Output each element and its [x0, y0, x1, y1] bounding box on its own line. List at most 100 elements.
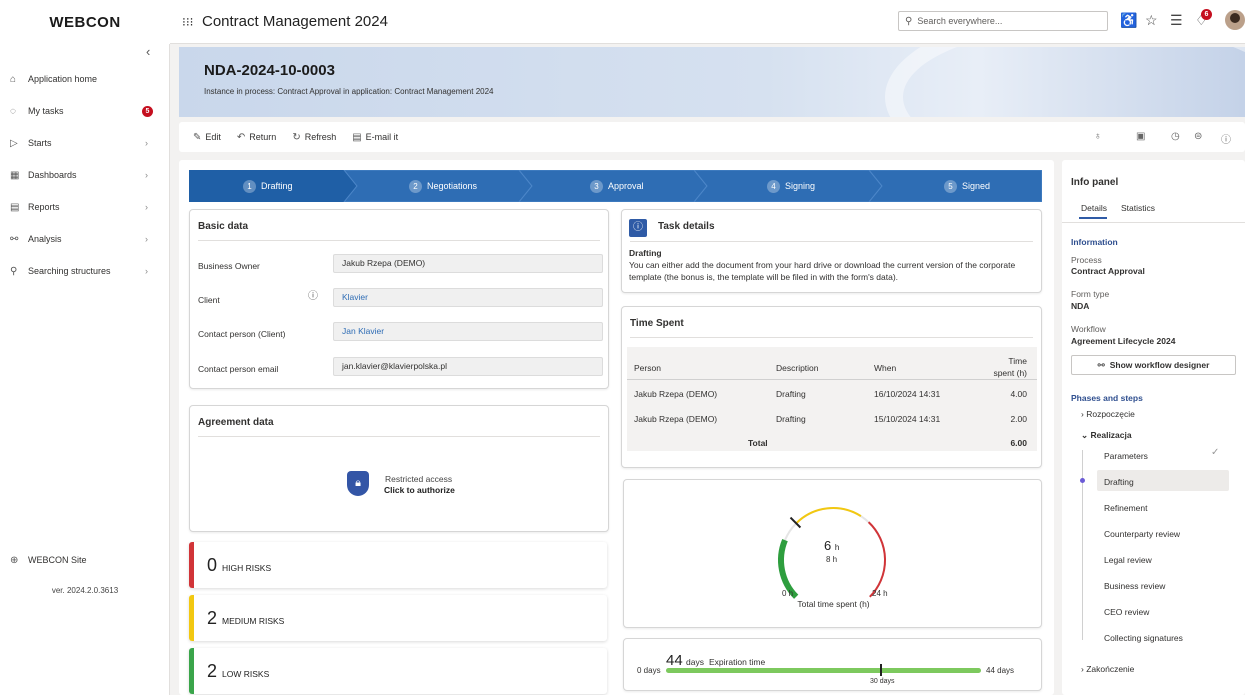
info-panel-title: Info panel — [1071, 177, 1119, 188]
contact-email-field[interactable]: jan.klavier@klavierpolska.pl — [333, 357, 603, 376]
high-risk-bar — [189, 542, 194, 588]
step-business-review[interactable]: Business review — [1104, 581, 1165, 591]
medium-risks-tile[interactable]: 2 Medium risks — [189, 595, 607, 641]
divider — [198, 436, 600, 437]
sidebar-item-label: Reports — [28, 202, 60, 212]
return-button[interactable]: ↶ Return — [237, 132, 276, 143]
column-header-person: Person — [634, 363, 661, 373]
webcon-site-link[interactable]: ⊕ WEBCON Site — [10, 550, 160, 570]
time-spent-card: Time Spent Person Description When Time … — [621, 306, 1042, 468]
time-spent-table — [627, 347, 1037, 451]
refresh-button[interactable]: ↻ Refresh — [292, 132, 336, 143]
medium-risk-bar — [189, 595, 194, 641]
globe-icon: ⊕ — [10, 554, 19, 566]
sidebar-item-label: Searching structures — [28, 266, 111, 276]
history-icon[interactable]: ◷ — [1171, 131, 1180, 142]
step-negotiations[interactable]: 2 Negotiations — [409, 170, 477, 202]
high-risk-label: High risks — [222, 562, 272, 573]
search-input[interactable]: ⚲ Search everywhere... — [898, 11, 1108, 31]
document-icon: ▤ — [352, 131, 362, 143]
step-ceo-review[interactable]: CEO review — [1104, 607, 1149, 617]
time-gauge-card: 6 h 8 h 0 h 24 h Total time spent (h) — [623, 479, 1042, 628]
return-icon: ↶ — [236, 131, 246, 143]
document-banner: NDA-2024-10-0003 Instance in process: Co… — [179, 47, 1245, 117]
business-owner-field[interactable]: Jakub Rzepa (DEMO) — [333, 254, 603, 273]
sidebar-item-application-home[interactable]: ⌂ Application home — [10, 69, 160, 89]
client-field[interactable]: Klavier — [333, 288, 603, 307]
workflow-value: Agreement Lifecycle 2024 — [1071, 336, 1176, 346]
task-step-name: Drafting — [629, 248, 662, 258]
word-icon[interactable]: ▣ — [1136, 131, 1145, 142]
lock-icon[interactable]: 🔒︎ — [347, 471, 369, 496]
phase-rozpoczecie[interactable]: › Rozpoczęcie — [1081, 409, 1135, 419]
authorize-link[interactable]: Click to authorize — [384, 485, 455, 495]
home-icon: ⌂ — [10, 73, 17, 85]
step-counterparty-review[interactable]: Counterparty review — [1104, 529, 1180, 539]
app-title[interactable]: Contract Management 2024 — [202, 13, 388, 30]
accessibility-icon[interactable]: ♿ — [1120, 12, 1137, 29]
chevron-right-icon: › — [145, 170, 148, 180]
share-icon[interactable]: ⊜ — [1194, 131, 1202, 142]
webcon-logo[interactable]: WEBCON — [0, 0, 170, 44]
edit-icon: ✎ — [193, 131, 202, 143]
sidebar-item-dashboards[interactable]: ▦ Dashboards › — [10, 165, 160, 185]
play-icon: ▷ — [10, 137, 18, 149]
sidebar-item-label: Starts — [28, 138, 52, 148]
gauge-target: 8 h — [826, 555, 838, 564]
column-header-description: Description — [776, 363, 819, 373]
medium-risk-label: Medium risks — [222, 615, 285, 626]
show-workflow-designer-button[interactable]: ⚯ Show workflow designer — [1071, 355, 1236, 375]
chevron-right-icon: › — [145, 266, 148, 276]
column-header-when: When — [874, 363, 897, 373]
info-icon[interactable]: ⓘ — [308, 287, 318, 302]
user-avatar[interactable] — [1225, 10, 1245, 30]
info-icon[interactable]: ⓘ — [1221, 131, 1231, 146]
step-collecting-signatures[interactable]: Collecting signatures — [1104, 633, 1183, 643]
divider — [198, 240, 600, 241]
active-tab-indicator — [1079, 217, 1107, 219]
sidebar-item-reports[interactable]: ▤ Reports › — [10, 197, 160, 217]
sidebar-item-my-tasks[interactable]: ◌ My tasks 5 — [10, 101, 160, 121]
phase-label: Rozpoczęcie — [1086, 409, 1135, 419]
step-label: Signing — [785, 181, 816, 191]
email-button[interactable]: ▤ E-mail it — [352, 132, 398, 143]
tab-details[interactable]: Details — [1081, 203, 1107, 213]
step-drafting[interactable]: Drafting — [1104, 477, 1134, 487]
step-refinement[interactable]: Refinement — [1104, 503, 1147, 513]
phase-realizacja[interactable]: ⌄ Realizacja — [1081, 430, 1132, 441]
step-number: 2 — [409, 179, 422, 193]
sidebar: ‹ ⌂ Application home ◌ My tasks 5 ▷ Star… — [0, 44, 170, 695]
step-legal-review[interactable]: Legal review — [1104, 555, 1152, 565]
step-signing[interactable]: 4 Signing — [767, 170, 815, 202]
favorites-star-icon[interactable]: ☆ — [1145, 12, 1158, 29]
phases-heading: Phases and steps — [1071, 393, 1143, 403]
contact-person-field[interactable]: Jan Klavier — [333, 322, 603, 341]
high-risks-tile[interactable]: 0 High risks — [189, 542, 607, 588]
column-header-time-unit: spent (h) — [993, 368, 1027, 378]
row-2-person: Jakub Rzepa (DEMO) — [634, 414, 718, 424]
collapse-chevron-icon[interactable]: ‹ — [146, 44, 150, 59]
step-approval[interactable]: 3 Approval — [590, 170, 644, 202]
main-form-panel: 1 Drafting 2 Negotiations 3 Approval 4 Signi… — [179, 160, 1054, 695]
contact-email-label: Contact person email — [198, 364, 279, 374]
step-drafting[interactable]: 1 Drafting — [243, 170, 293, 202]
phase-zakonczenie[interactable]: › Zakończenie — [1081, 664, 1134, 674]
row-1-time: 4.00 — [1010, 389, 1027, 399]
step-parameters[interactable]: Parameters — [1104, 451, 1148, 461]
tab-statistics[interactable]: Statistics — [1121, 203, 1155, 213]
edit-button[interactable]: ✎ Edit — [193, 132, 221, 143]
sidebar-item-analysis[interactable]: ⚯ Analysis › — [10, 229, 160, 249]
row-1-when: 16/10/2024 14:31 — [874, 389, 941, 399]
workflow-icon: ⚯ — [1097, 359, 1105, 370]
sidebar-item-searching-structures[interactable]: ⚲ Searching structures › — [10, 261, 160, 281]
app-launcher-icon[interactable]: ⁝⁝⁝ — [182, 15, 194, 29]
gauge-label: Total time spent (h) — [797, 599, 870, 609]
expiration-marker-label: 30 days — [870, 678, 895, 685]
step-signed[interactable]: 5 Signed — [944, 170, 990, 202]
task-details-card: ⓘ Task details Drafting You can either a… — [621, 209, 1042, 293]
lightbulb-icon[interactable]: ♁ — [1094, 131, 1102, 142]
low-risks-tile[interactable]: 2 Low risks — [189, 648, 607, 694]
workflow-label: Workflow — [1071, 324, 1106, 334]
menu-icon[interactable]: ☰ — [1170, 12, 1183, 29]
sidebar-item-starts[interactable]: ▷ Starts › — [10, 133, 160, 153]
